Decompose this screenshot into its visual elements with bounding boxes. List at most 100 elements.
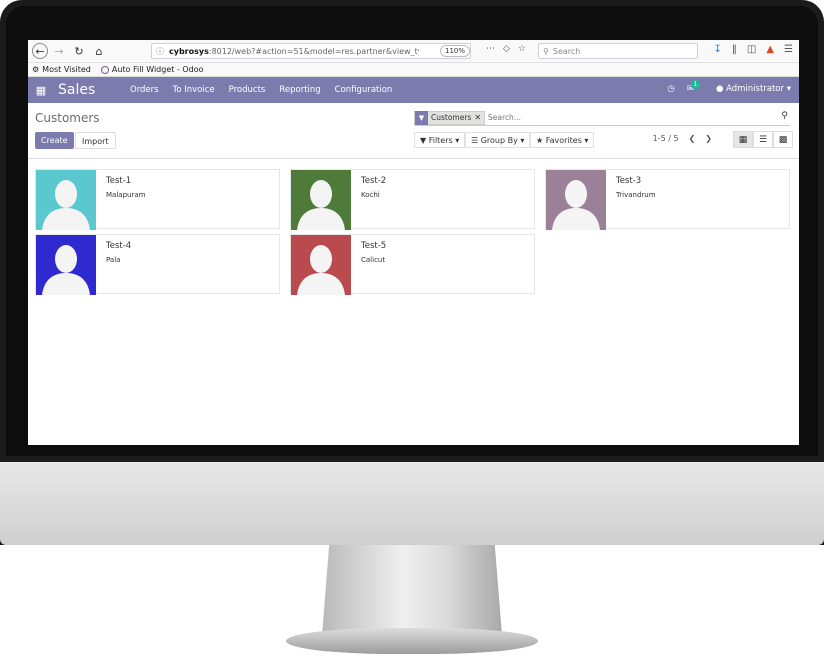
pager: 1-5 / 5 ❮ ❯ bbox=[653, 134, 712, 143]
person-silhouette-icon bbox=[297, 180, 345, 230]
group-by-dropdown[interactable]: ☰ Group By ▾ bbox=[465, 132, 531, 148]
menu-products[interactable]: Products bbox=[229, 85, 266, 95]
customer-avatar bbox=[36, 235, 96, 295]
group-by-label: Group By bbox=[480, 136, 518, 145]
chat-badge: 1 bbox=[690, 80, 700, 89]
pager-value[interactable]: 1-5 / 5 bbox=[653, 134, 679, 143]
customer-avatar bbox=[36, 170, 96, 230]
odoo-icon bbox=[100, 65, 109, 74]
top-menu: Orders To Invoice Products Reporting Con… bbox=[130, 85, 392, 95]
facet-remove-icon[interactable]: ✕ bbox=[474, 113, 484, 122]
bookmark-auto-fill-widget[interactable]: Auto Fill Widget - Odoo bbox=[100, 65, 204, 74]
monitor-base bbox=[286, 628, 538, 654]
kanban-card[interactable]: Test-3 Trivandrum bbox=[545, 169, 790, 230]
screen: ← → ↻ ⌂ ⓘ cybrosys :8012/web?#action=51&… bbox=[28, 40, 799, 445]
star-icon: ★ bbox=[536, 136, 544, 145]
search-icon: ⚲ bbox=[543, 46, 549, 56]
view-switcher: ▦ ☰ ▩ bbox=[733, 131, 793, 148]
zoom-indicator[interactable]: 110% bbox=[439, 45, 470, 57]
info-icon: ⓘ bbox=[156, 46, 164, 56]
back-arrow-icon[interactable]: ← bbox=[32, 43, 48, 59]
person-silhouette-icon bbox=[297, 245, 345, 295]
bookmark-star-icon[interactable]: ☆ bbox=[518, 44, 526, 54]
menu-reporting[interactable]: Reporting bbox=[279, 85, 320, 95]
search-facet: ▼ Customers ✕ bbox=[414, 110, 486, 125]
activity-clock-icon[interactable]: ◷ bbox=[667, 84, 674, 94]
customer-city: Malapuram bbox=[106, 191, 146, 199]
customer-name: Test-4 bbox=[106, 241, 132, 251]
customer-avatar bbox=[291, 235, 351, 295]
download-icon[interactable]: ↧ bbox=[713, 44, 721, 55]
filter-funnel-icon: ▼ bbox=[420, 136, 427, 145]
customer-avatar bbox=[291, 170, 351, 230]
customer-city: Kochi bbox=[361, 191, 380, 199]
customer-city: Calicut bbox=[361, 256, 386, 264]
user-name: Administrator bbox=[726, 84, 785, 94]
customer-name: Test-5 bbox=[361, 241, 387, 251]
pocket-icon[interactable]: ◇ bbox=[503, 44, 510, 54]
url-path: :8012/web?#action=51&model=res.partner&v… bbox=[208, 46, 419, 56]
browser-toolbar: ← → ↻ ⌂ ⓘ cybrosys :8012/web?#action=51&… bbox=[28, 40, 799, 63]
menu-orders[interactable]: Orders bbox=[130, 85, 159, 95]
caret-down-icon: ▾ bbox=[455, 136, 460, 145]
bars-icon: ☰ bbox=[471, 136, 479, 145]
chevron-right-icon[interactable]: ❯ bbox=[705, 134, 712, 143]
browser-search-input[interactable]: ⚲ Search bbox=[538, 43, 698, 59]
customer-avatar bbox=[546, 170, 606, 230]
breadcrumb-title: Customers bbox=[35, 111, 100, 125]
control-panel: Customers Create Import ▼ Customers ✕ ⚲ … bbox=[28, 103, 799, 159]
odoo-navbar: ▦ Sales Orders To Invoice Products Repor… bbox=[28, 77, 799, 103]
home-icon[interactable]: ⌂ bbox=[90, 42, 108, 60]
bookmark-label: Auto Fill Widget - Odoo bbox=[111, 65, 204, 74]
create-button[interactable]: Create bbox=[35, 132, 74, 149]
grid-view-icon[interactable]: ▩ bbox=[773, 131, 793, 148]
kanban-card[interactable]: Test-1 Malapuram bbox=[35, 169, 280, 230]
sidebar-icon[interactable]: ◫ bbox=[747, 44, 756, 55]
favorites-dropdown[interactable]: ★ Favorites ▾ bbox=[530, 132, 595, 148]
kanban-card[interactable]: Test-5 Calicut bbox=[290, 234, 535, 295]
chevron-left-icon[interactable]: ❮ bbox=[689, 134, 696, 143]
apps-menu-icon[interactable]: ▦ bbox=[32, 84, 50, 97]
filter-funnel-icon: ▼ bbox=[415, 110, 428, 125]
user-avatar-icon: ● bbox=[715, 84, 724, 94]
customer-name: Test-1 bbox=[106, 176, 132, 186]
monitor-chin bbox=[0, 462, 824, 545]
caret-down-icon: ▾ bbox=[584, 136, 589, 145]
customer-city: Pala bbox=[106, 256, 121, 264]
forward-arrow-icon[interactable]: → bbox=[50, 42, 68, 60]
bookmarks-bar: ⚙ Most Visited Auto Fill Widget - Odoo bbox=[28, 63, 799, 77]
browser-toolbar-icons: ↧ ‖ ◫ ▲ ☰ bbox=[713, 44, 793, 55]
library-icon[interactable]: ‖ bbox=[732, 44, 737, 55]
more-icon[interactable]: ⋯ bbox=[486, 44, 495, 54]
bookmark-label: Most Visited bbox=[42, 65, 91, 74]
customer-name: Test-2 bbox=[361, 176, 387, 186]
search-input[interactable] bbox=[488, 113, 739, 122]
list-view-icon[interactable]: ☰ bbox=[753, 131, 773, 148]
customer-city: Trivandrum bbox=[616, 191, 656, 199]
kanban-card[interactable]: Test-2 Kochi bbox=[290, 169, 535, 230]
search-magnifier-icon[interactable]: ⚲ bbox=[781, 111, 788, 121]
customer-name: Test-3 bbox=[616, 176, 642, 186]
person-silhouette-icon bbox=[552, 180, 600, 230]
import-button[interactable]: Import bbox=[75, 132, 116, 149]
filters-dropdown[interactable]: ▼ Filters ▾ bbox=[414, 132, 466, 148]
menu-icon[interactable]: ☰ bbox=[784, 44, 793, 55]
menu-to-invoice[interactable]: To Invoice bbox=[173, 85, 215, 95]
systray: ◷ ✉ 1 ● Administrator ▾ bbox=[667, 80, 791, 94]
monitor-stand bbox=[322, 545, 502, 635]
bookmark-most-visited[interactable]: ⚙ Most Visited bbox=[32, 65, 91, 74]
address-actions: ⋯ ◇ ☆ bbox=[486, 44, 526, 54]
kanban-view-icon[interactable]: ▦ bbox=[733, 131, 753, 148]
gear-icon: ⚙ bbox=[32, 65, 40, 74]
firefox-account-icon[interactable]: ▲ bbox=[766, 44, 774, 55]
app-brand[interactable]: Sales bbox=[58, 82, 118, 98]
discuss-icon[interactable]: ✉ 1 bbox=[687, 80, 700, 94]
kanban-card[interactable]: Test-4 Pala bbox=[35, 234, 280, 295]
person-silhouette-icon bbox=[42, 180, 90, 230]
menu-configuration[interactable]: Configuration bbox=[335, 85, 393, 95]
user-menu[interactable]: ● Administrator ▾ bbox=[716, 84, 791, 94]
address-bar[interactable]: ⓘ cybrosys :8012/web?#action=51&model=re… bbox=[151, 43, 471, 59]
url-host: cybrosys bbox=[169, 46, 209, 56]
search-view: ▼ Customers ✕ ⚲ bbox=[414, 110, 790, 126]
reload-icon[interactable]: ↻ bbox=[70, 42, 88, 60]
